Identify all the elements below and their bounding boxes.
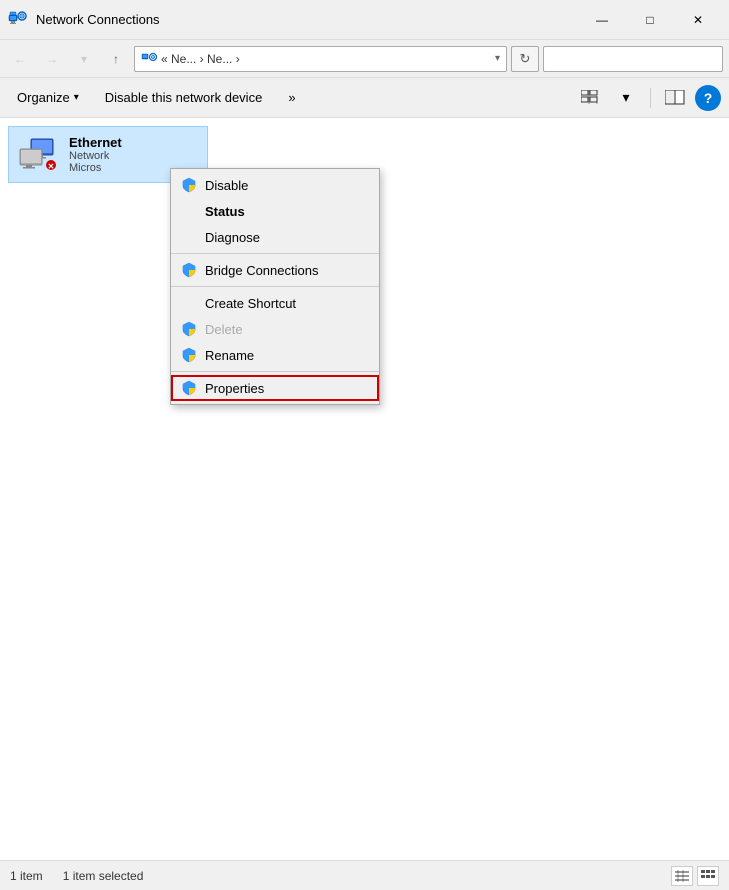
preview-pane-button[interactable]: [659, 84, 691, 112]
title-bar: Network Connections — □ ✕: [0, 0, 729, 40]
menu-item-diagnose[interactable]: Diagnose: [171, 224, 379, 250]
toolbar-separator: [650, 88, 651, 108]
uac-shield-icon: [181, 177, 197, 193]
close-button[interactable]: ✕: [675, 4, 721, 36]
network-item-info: Ethernet Network Micros: [69, 135, 122, 174]
help-button[interactable]: ?: [695, 85, 721, 111]
menu-item-bridge[interactable]: Bridge Connections: [171, 257, 379, 283]
status-content-view-button[interactable]: [697, 866, 719, 886]
menu-item-status[interactable]: Status: [171, 198, 379, 224]
toolbar-right: ▾ ?: [574, 84, 721, 112]
main-content: ✕ Ethernet Network Micros DisableStatusD…: [0, 118, 729, 860]
menu-separator: [171, 371, 379, 372]
selected-count: 1 item selected: [63, 869, 144, 883]
view-grid-icon: [581, 90, 599, 106]
menu-item-label-shortcut: Create Shortcut: [205, 296, 296, 311]
status-bar: 1 item 1 item selected: [0, 860, 729, 890]
menu-separator: [171, 253, 379, 254]
address-text: « Ne... › Ne... ›: [161, 52, 491, 66]
item-count: 1 item: [10, 869, 43, 883]
pane-icon: [665, 90, 685, 106]
menu-item-delete: Delete: [171, 316, 379, 342]
svg-text:✕: ✕: [48, 162, 55, 171]
network-item-name: Ethernet: [69, 135, 122, 150]
status-view-controls: [671, 866, 719, 886]
menu-item-label-status: Status: [205, 204, 245, 219]
details-view-icon: [675, 870, 689, 882]
minimize-button[interactable]: —: [579, 4, 625, 36]
uac-shield-icon: [181, 321, 197, 337]
organize-button[interactable]: Organize ▾: [8, 84, 88, 112]
toolbar: Organize ▾ Disable this network device »…: [0, 78, 729, 118]
organize-chevron: ▾: [74, 92, 79, 103]
uac-shield-icon: [181, 347, 197, 363]
menu-item-rename[interactable]: Rename: [171, 342, 379, 368]
uac-shield-icon: [181, 262, 197, 278]
address-bar[interactable]: « Ne... › Ne... › ▾: [134, 46, 507, 72]
network-item-line2: Network: [69, 150, 122, 162]
app-icon: [8, 10, 28, 30]
view-dropdown-button[interactable]: ▾: [610, 84, 642, 112]
ethernet-icon: ✕: [19, 137, 59, 173]
uac-shield-icon: [181, 380, 197, 396]
menu-item-label-disable: Disable: [205, 178, 248, 193]
menu-item-label-bridge: Bridge Connections: [205, 263, 318, 278]
window-controls: — □ ✕: [579, 4, 721, 36]
network-item-line3: Micros: [69, 162, 122, 174]
menu-item-label-delete: Delete: [205, 322, 243, 337]
menu-item-label-properties: Properties: [205, 381, 264, 396]
up-button[interactable]: ↑: [102, 45, 130, 73]
maximize-button[interactable]: □: [627, 4, 673, 36]
search-input[interactable]: [543, 46, 723, 72]
view-options-button[interactable]: [574, 84, 606, 112]
organize-label: Organize: [17, 90, 70, 105]
menu-item-label-rename: Rename: [205, 348, 254, 363]
status-details-view-button[interactable]: [671, 866, 693, 886]
nav-dropdown-button[interactable]: ▾: [70, 45, 98, 73]
disable-label: Disable this network device: [105, 90, 263, 105]
menu-item-disable[interactable]: Disable: [171, 172, 379, 198]
menu-separator: [171, 286, 379, 287]
address-bar-icon: [141, 51, 157, 67]
nav-bar: ← → ▾ ↑ « Ne... › Ne... › ▾ ↻: [0, 40, 729, 78]
forward-button[interactable]: →: [38, 45, 66, 73]
menu-item-properties[interactable]: Properties: [171, 375, 379, 401]
more-label: »: [288, 90, 295, 105]
refresh-button[interactable]: ↻: [511, 46, 539, 72]
window-title: Network Connections: [36, 12, 579, 27]
context-menu: Disable Status Diagnose Bridge Connections…: [170, 168, 380, 405]
address-dropdown-icon[interactable]: ▾: [495, 53, 500, 64]
disable-network-button[interactable]: Disable this network device: [96, 84, 272, 112]
more-button[interactable]: »: [279, 84, 304, 112]
menu-item-shortcut[interactable]: Create Shortcut: [171, 290, 379, 316]
menu-item-label-diagnose: Diagnose: [205, 230, 260, 245]
back-button[interactable]: ←: [6, 45, 34, 73]
content-view-icon: [701, 870, 715, 882]
